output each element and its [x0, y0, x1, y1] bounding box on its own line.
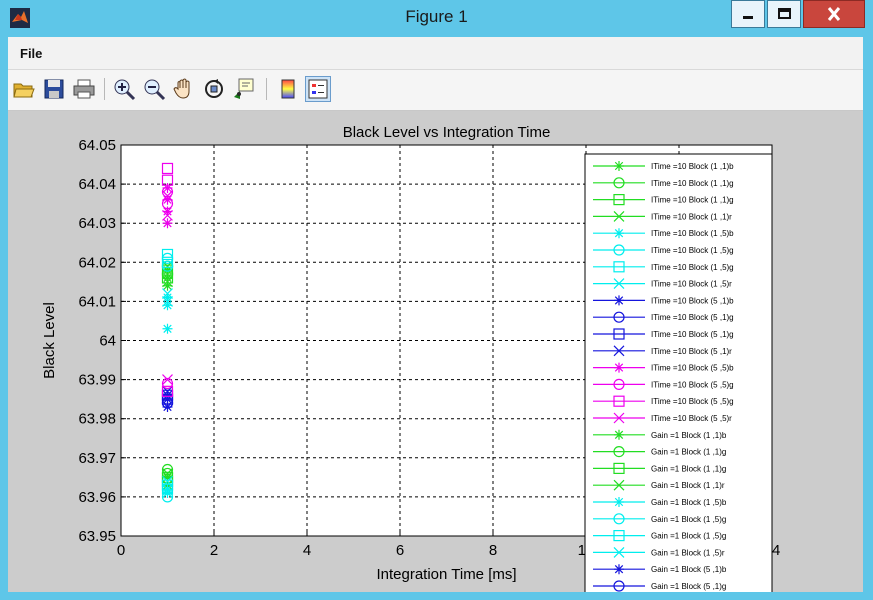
legend-entry: Gain =1 Block (1 ,1)r: [651, 481, 725, 490]
legend-entry: ITime =10 Block (5 ,5)r: [651, 414, 732, 423]
data-point: [162, 323, 173, 334]
legend-entry: Gain =1 Block (1 ,5)g: [651, 515, 726, 524]
legend-entry: ITime =10 Block (5 ,1)b: [651, 296, 734, 305]
figure-toolbar: [8, 70, 863, 111]
legend-marker: [614, 228, 624, 239]
colorbar-icon[interactable]: [276, 77, 300, 101]
y-tick-label: 63.95: [78, 528, 116, 545]
x-tick-label: 2: [210, 542, 218, 559]
y-tick-label: 64.05: [78, 137, 116, 154]
x-tick-label: 0: [117, 542, 125, 559]
x-axis-label: Integration Time [ms]: [376, 566, 516, 583]
rotate-3d-icon[interactable]: [202, 77, 226, 101]
data-cursor-icon[interactable]: [232, 77, 256, 101]
matlab-figure-window: Figure 1 File 0 2 4 6 8 63.95 63.96 63.9…: [0, 0, 873, 600]
legend-entry: ITime =10 Block (1 ,1)r: [651, 212, 732, 221]
legend-marker: [614, 295, 624, 306]
legend-entry: ITime =10 Block (1 ,1)g: [651, 179, 734, 188]
legend-entry: ITime =10 Block (5 ,1)g: [651, 330, 734, 339]
legend-marker: [614, 429, 624, 440]
legend-entry: Gain =1 Block (5 ,1)b: [651, 565, 727, 574]
legend-entry: ITime =10 Block (1 ,1)g: [651, 196, 734, 205]
legend-entry: Gain =1 Block (1 ,1)g: [651, 464, 726, 473]
y-tick-label: 64: [99, 333, 116, 350]
legend-entry: ITime =10 Block (5 ,1)g: [651, 313, 734, 322]
x-tick-label: 4: [303, 542, 311, 559]
legend-entry: Gain =1 Block (1 ,1)g: [651, 448, 726, 457]
legend-entry: ITime =10 Block (1 ,5)r: [651, 280, 732, 289]
zoom-out-icon[interactable]: [142, 77, 166, 101]
maximize-icon: [778, 8, 791, 19]
save-icon[interactable]: [42, 77, 66, 101]
close-icon: [827, 7, 841, 21]
title-bar[interactable]: Figure 1: [0, 0, 873, 37]
legend-marker: [614, 497, 624, 507]
legend-entry: ITime =10 Block (1 ,5)b: [651, 229, 734, 238]
y-axis-label: Black Level: [41, 302, 58, 379]
legend-marker: [614, 564, 624, 575]
y-tick-label: 64.03: [78, 215, 116, 232]
legend-entry: ITime =10 Block (5 ,5)g: [651, 397, 734, 406]
legend-marker: [614, 161, 624, 171]
zoom-in-icon[interactable]: [112, 77, 136, 101]
y-tick-label: 63.97: [78, 450, 116, 467]
close-button[interactable]: [803, 0, 865, 28]
legend-entry: Gain =1 Block (1 ,5)b: [651, 498, 727, 507]
legend-entry: ITime =10 Block (1 ,5)g: [651, 263, 734, 272]
menu-file[interactable]: File: [20, 46, 42, 61]
pan-hand-icon[interactable]: [172, 77, 196, 101]
legend-entry: ITime =10 Block (1 ,1)b: [651, 162, 734, 171]
y-tick-label: 63.99: [78, 372, 116, 389]
x-tick-label: 8: [489, 542, 497, 559]
y-tick-label: 63.98: [78, 411, 116, 428]
black-level-scatter-chart[interactable]: 0246810121463.9563.9663.9763.9863.996464…: [8, 111, 863, 592]
legend-entry: ITime =10 Block (1 ,5)g: [651, 246, 734, 255]
legend-icon[interactable]: [305, 76, 331, 102]
print-icon[interactable]: [72, 77, 96, 101]
maximize-button[interactable]: [767, 0, 801, 28]
toolbar-separator: [104, 78, 105, 100]
minimize-button[interactable]: [731, 0, 765, 28]
y-tick-label: 64.01: [78, 293, 116, 310]
legend-entry: Gain =1 Block (1 ,1)b: [651, 431, 727, 440]
open-file-icon[interactable]: [12, 77, 36, 101]
legend-entry: ITime =10 Block (5 ,5)b: [651, 364, 734, 373]
figure-canvas: 0246810121463.9563.9663.9763.9863.996464…: [8, 111, 863, 592]
chart-title: Black Level vs Integration Time: [343, 124, 551, 141]
y-tick-label: 64.02: [78, 254, 116, 271]
legend-entry: ITime =10 Block (5 ,1)r: [651, 347, 732, 356]
legend-entry: ITime =10 Block (5 ,5)g: [651, 380, 734, 389]
legend-entry: Gain =1 Block (1 ,5)g: [651, 532, 726, 541]
x-tick-label: 6: [396, 542, 404, 559]
legend-entry: Gain =1 Block (5 ,1)g: [651, 582, 726, 591]
toolbar-separator: [266, 78, 267, 100]
menu-bar: File: [8, 37, 863, 70]
y-tick-label: 63.96: [78, 489, 116, 506]
y-tick-label: 64.04: [78, 176, 116, 193]
legend-entry: Gain =1 Block (1 ,5)r: [651, 548, 725, 557]
legend-marker: [614, 362, 624, 373]
minimize-icon: [743, 16, 753, 19]
